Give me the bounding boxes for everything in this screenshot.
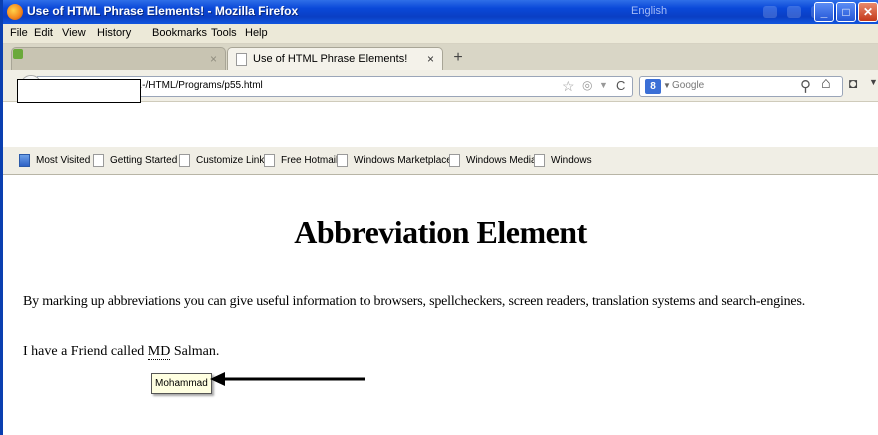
close-window-button[interactable]: ✕ <box>858 2 878 22</box>
bookmark-label: Most Visited <box>36 155 91 166</box>
page-content: Abbreviation Element By marking up abbre… <box>3 176 878 435</box>
tab-favicon-icon <box>13 49 23 59</box>
bookmark-label: Free Hotmail <box>281 155 339 166</box>
menu-bar: File Edit View History Bookmarks Tools H… <box>3 24 878 44</box>
history-icon[interactable]: ◎ <box>582 78 592 92</box>
search-bar[interactable]: 8 ▼ Google ⚲ <box>639 76 843 97</box>
sentence-after: Salman. <box>170 344 220 359</box>
tab-label: Use of HTML Phrase Elements! <box>253 53 408 65</box>
menu-tools[interactable]: Tools <box>211 27 237 39</box>
tab-active[interactable]: Use of HTML Phrase Elements! × <box>227 47 443 70</box>
minimize-button[interactable]: _ <box>814 2 834 22</box>
most-visited-icon <box>19 154 30 167</box>
menu-bookmarks[interactable]: Bookmarks <box>152 27 207 39</box>
search-icon[interactable]: ⚲ <box>800 77 811 95</box>
bookmark-windows-marketplace[interactable]: Windows Marketplace <box>337 154 452 167</box>
maximize-button[interactable]: □ <box>836 2 856 22</box>
tab-close-icon[interactable]: × <box>427 52 434 66</box>
reload-button[interactable]: C <box>616 78 625 93</box>
pocket-icon[interactable]: ◘ <box>849 75 857 91</box>
page-icon <box>264 154 275 167</box>
page-icon <box>534 154 545 167</box>
menu-view[interactable]: View <box>62 27 86 39</box>
window-title: Use of HTML Phrase Elements! - Mozilla F… <box>27 4 299 18</box>
home-icon[interactable]: ⌂ <box>821 75 831 93</box>
tray-icon <box>787 6 801 18</box>
arrow-icon <box>210 372 365 386</box>
menu-edit[interactable]: Edit <box>34 27 53 39</box>
page-icon <box>93 154 104 167</box>
menu-history[interactable]: History <box>97 27 131 39</box>
search-input[interactable]: Google <box>672 80 704 91</box>
bookmark-getting-started[interactable]: Getting Started <box>93 154 177 167</box>
page-icon <box>449 154 460 167</box>
sentence-before: I have a Friend called <box>23 344 148 359</box>
friend-sentence: I have a Friend called MD Salman. <box>23 344 219 360</box>
title-bar: Use of HTML Phrase Elements! - Mozilla F… <box>3 0 878 24</box>
abbreviation-md[interactable]: MD <box>147 344 171 360</box>
bookmark-customize-links[interactable]: Customize Links <box>179 154 269 167</box>
browser-window: Use of HTML Phrase Elements! - Mozilla F… <box>0 0 878 435</box>
url-dropdown-icon[interactable]: ▼ <box>599 80 608 90</box>
tab-inactive[interactable]: × <box>11 47 226 70</box>
page-icon <box>179 154 190 167</box>
search-engine-dropdown-icon[interactable]: ▼ <box>663 81 671 90</box>
bookmark-windows[interactable]: Windows <box>534 154 592 167</box>
search-engine-icon[interactable]: 8 <box>645 79 661 94</box>
bookmark-label: Windows Marketplace <box>354 155 452 166</box>
bookmark-label: Windows <box>551 155 592 166</box>
bookmark-label: Windows Media <box>466 155 537 166</box>
toolbar-overflow-icon[interactable]: ▼ <box>869 77 878 87</box>
bookmark-star-icon[interactable]: ☆ <box>562 78 575 95</box>
abbr-tooltip: Mohammad <box>151 373 212 394</box>
tab-strip: × Use of HTML Phrase Elements! × + <box>3 44 878 70</box>
page-favicon-icon <box>236 53 247 66</box>
bookmark-windows-media[interactable]: Windows Media <box>449 154 537 167</box>
redaction-box <box>17 79 141 103</box>
bookmark-label: Getting Started <box>110 155 178 166</box>
abbreviation-description: By marking up abbreviations you can give… <box>23 294 805 309</box>
new-tab-button[interactable]: + <box>449 49 467 67</box>
bookmark-free-hotmail[interactable]: Free Hotmail <box>264 154 338 167</box>
bookmarks-toolbar: Most Visited Getting Started Customize L… <box>3 147 878 175</box>
page-icon <box>337 154 348 167</box>
firefox-icon <box>7 4 23 20</box>
menu-file[interactable]: File <box>10 27 28 39</box>
tray-icon <box>763 6 777 18</box>
menu-help[interactable]: Help <box>245 27 268 39</box>
bookmark-label: Customize Links <box>196 155 270 166</box>
tab-close-icon[interactable]: × <box>210 52 217 66</box>
bookmark-most-visited[interactable]: Most Visited <box>19 154 90 167</box>
page-heading: Abbreviation Element <box>294 214 587 250</box>
language-indicator[interactable]: English <box>631 5 667 17</box>
